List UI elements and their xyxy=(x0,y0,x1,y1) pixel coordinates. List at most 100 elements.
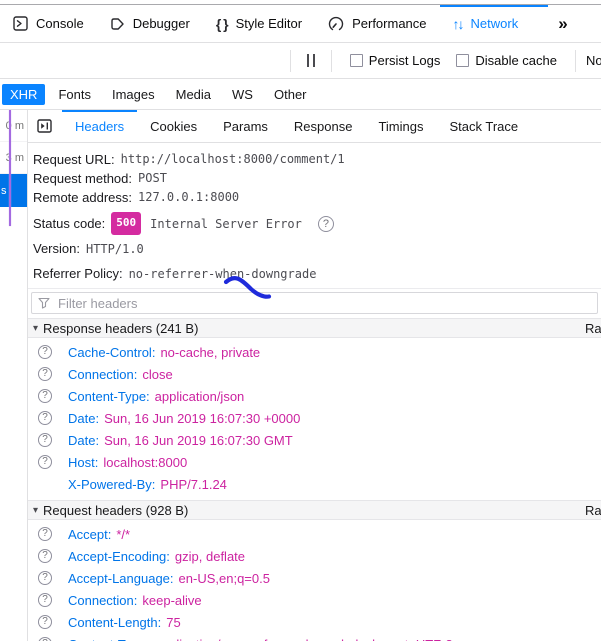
tab-console[interactable]: Console xyxy=(0,5,97,42)
help-icon[interactable]: ? xyxy=(38,367,52,381)
header-name: Date: xyxy=(68,432,100,448)
help-icon[interactable]: ? xyxy=(38,345,52,359)
section-title: Request headers (928 B) xyxy=(43,502,189,518)
request-row-selected[interactable]: s xyxy=(0,174,27,207)
filter-headers-bar xyxy=(28,288,601,318)
header-row: ? Accept-Encoding: gzip, deflate xyxy=(28,545,601,567)
summary-label: Referrer Policy: xyxy=(33,266,123,281)
network-arrows-icon: ↑↓ xyxy=(452,15,465,32)
header-value: 75 xyxy=(166,614,181,630)
help-icon[interactable]: ? xyxy=(317,215,334,232)
toolbar-separator xyxy=(575,49,576,72)
devtools-network-panel: Console Debugger { } Style Editor Networ… xyxy=(0,0,601,641)
header-name: Accept-Encoding: xyxy=(68,548,170,564)
console-icon xyxy=(13,16,28,31)
tab-label: Style Editor xyxy=(235,16,303,31)
help-icon[interactable]: ? xyxy=(38,455,52,469)
disable-cache-checkbox[interactable]: Disable cache xyxy=(456,53,557,68)
header-value: PHP/7.1.24 xyxy=(160,476,227,492)
header-name: Content-Type: xyxy=(68,388,150,404)
tab-debugger[interactable]: Debugger xyxy=(97,5,203,42)
detail-tab-params[interactable]: Params xyxy=(210,110,281,142)
debugger-icon xyxy=(110,17,125,31)
detail-tab-stack-trace[interactable]: Stack Trace xyxy=(436,110,531,142)
header-name: Content-Length: xyxy=(68,614,162,630)
filter-headers-input[interactable] xyxy=(31,292,598,314)
throttling-select[interactable]: No throttling xyxy=(586,53,601,68)
request-filter-bar: XHR Fonts Images Media WS Other xyxy=(0,79,601,110)
filter-tab-images[interactable]: Images xyxy=(104,84,163,105)
help-icon[interactable]: ? xyxy=(38,615,52,629)
header-value: en-US,en;q=0.5 xyxy=(178,570,270,586)
summary-label: Request method: xyxy=(33,171,133,186)
header-value: application/x-www-form-urlencoded; chars… xyxy=(155,637,453,641)
detail-tab-cookies[interactable]: Cookies xyxy=(137,110,210,142)
detail-tab-headers[interactable]: Headers xyxy=(62,110,137,142)
tab-style-editor[interactable]: { } Style Editor xyxy=(203,5,315,42)
header-name: Content-Type: xyxy=(68,637,150,641)
request-headers-list: ? Accept: */* ? Accept-Encoding: gzip, defla… xyxy=(28,520,601,641)
header-value: */* xyxy=(116,526,131,542)
summary-row-method: Request method: POST xyxy=(33,169,601,188)
header-row: ? Date: Sun, 16 Jun 2019 16:07:30 GMT xyxy=(28,429,601,451)
summary-row-referrer-policy: Referrer Policy: no-referrer-when-downgr… xyxy=(33,264,601,284)
help-icon[interactable]: ? xyxy=(38,593,52,607)
help-icon[interactable]: ? xyxy=(38,527,52,541)
summary-row-version: Version: HTTP/1.0 xyxy=(33,239,601,259)
help-icon[interactable]: ? xyxy=(38,549,52,563)
header-value: localhost:8000 xyxy=(103,454,188,470)
request-headers-section-header[interactable]: ▾ Request headers (928 B) Raw headers xyxy=(28,500,601,520)
summary-value: POST xyxy=(138,171,167,185)
header-row: ? Host: localhost:8000 xyxy=(28,451,601,473)
header-row: ? Accept-Language: en-US,en;q=0.5 xyxy=(28,567,601,589)
section-title: Response headers (241 B) xyxy=(43,320,199,336)
raw-headers-link[interactable]: Raw headers xyxy=(585,503,601,518)
network-toolbar: Persist Logs Disable cache No throttling xyxy=(0,43,601,79)
status-text: Internal Server Error xyxy=(150,216,302,231)
gauge-icon xyxy=(328,16,344,32)
raw-headers-link[interactable]: Raw headers xyxy=(585,321,601,336)
header-row: ? Connection: keep-alive xyxy=(28,589,601,611)
request-list: 0 m 3 m s xyxy=(0,110,28,641)
header-row: ? Accept: */* xyxy=(28,523,601,545)
header-value: no-cache, private xyxy=(160,344,261,360)
checkbox-label: Disable cache xyxy=(475,53,557,68)
filter-tab-fonts[interactable]: Fonts xyxy=(50,84,99,105)
request-row[interactable]: 0 m xyxy=(0,110,27,142)
response-headers-section-header[interactable]: ▾ Response headers (241 B) Raw headers xyxy=(28,318,601,338)
summary-label: Status code: xyxy=(33,215,106,231)
persist-logs-checkbox[interactable]: Persist Logs xyxy=(349,53,441,68)
request-summary: Request URL: http://localhost:8000/comme… xyxy=(28,143,601,288)
filter-tab-ws[interactable]: WS xyxy=(224,84,261,105)
status-badge: 500 xyxy=(111,212,142,235)
header-name: Accept: xyxy=(68,526,112,542)
help-icon[interactable]: ? xyxy=(38,433,52,447)
header-value: Sun, 16 Jun 2019 16:07:30 +0000 xyxy=(104,410,301,426)
summary-label: Remote address: xyxy=(33,190,132,205)
filter-tab-other[interactable]: Other xyxy=(266,84,315,105)
header-name: Connection: xyxy=(68,592,138,608)
checkbox-label: Persist Logs xyxy=(368,53,441,68)
help-icon[interactable]: ? xyxy=(38,571,52,585)
help-icon[interactable]: ? xyxy=(38,389,52,403)
header-value: close xyxy=(142,366,173,382)
header-row: ? Cache-Control: no-cache, private xyxy=(28,341,601,363)
header-name: Date: xyxy=(68,410,100,426)
detail-tab-response[interactable]: Response xyxy=(281,110,366,142)
pause-icon[interactable] xyxy=(301,54,321,67)
filter-tab-media[interactable]: Media xyxy=(168,84,219,105)
detail-tab-timings[interactable]: Timings xyxy=(365,110,436,142)
caret-down-icon: ▾ xyxy=(33,322,39,334)
help-icon[interactable]: ? xyxy=(38,411,52,425)
tab-performance[interactable]: Network Performance xyxy=(315,5,439,42)
detail-tabbar: Headers Cookies Params Response Timings … xyxy=(28,110,601,143)
tab-network[interactable]: ↑↓ Network xyxy=(440,5,549,42)
filter-tab-xhr[interactable]: XHR xyxy=(2,83,46,105)
summary-label: Version: xyxy=(33,241,80,256)
help-icon[interactable]: ? xyxy=(38,637,52,641)
request-row[interactable]: 3 m xyxy=(0,142,27,174)
header-row: X-Powered-By: PHP/7.1.24 xyxy=(28,473,601,495)
header-value: gzip, deflate xyxy=(174,548,246,564)
sidebar-toggle-icon[interactable] xyxy=(28,110,62,142)
overflow-chevron-icon[interactable]: » xyxy=(548,5,577,42)
